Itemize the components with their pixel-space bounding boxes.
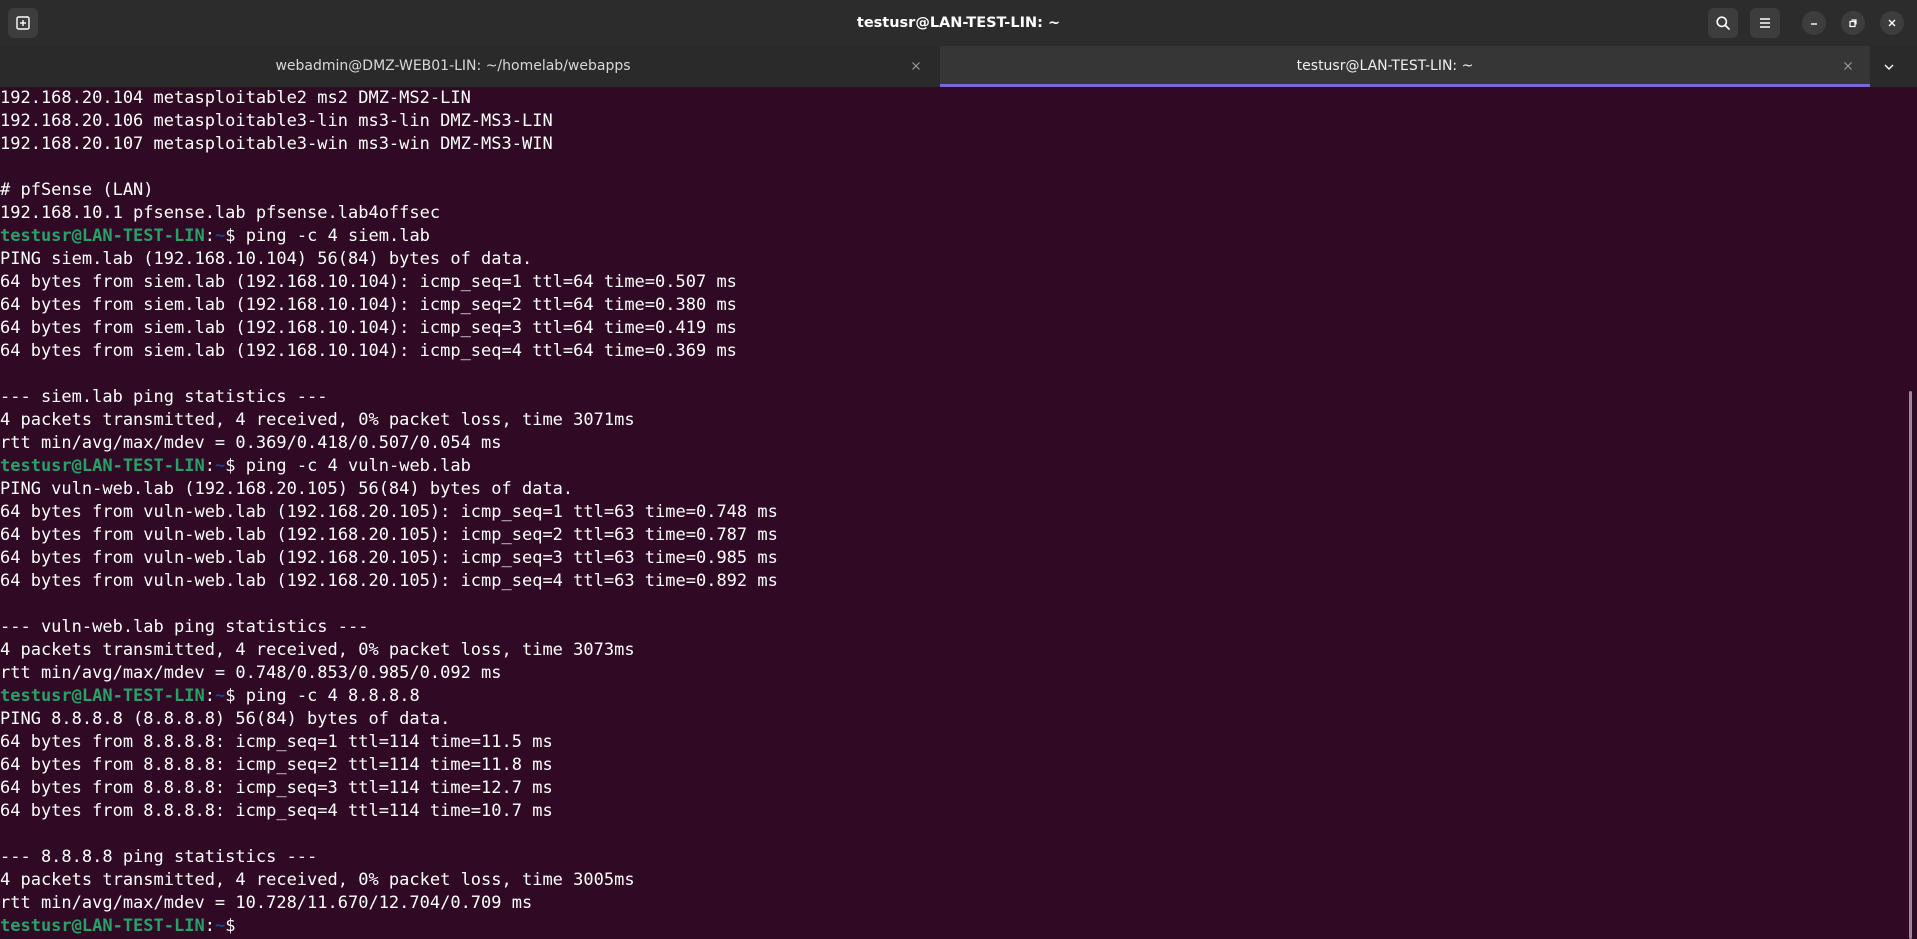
output-line: 64 bytes from 8.8.8.8: icmp_seq=1 ttl=11… bbox=[0, 732, 553, 752]
output-line: 4 packets transmitted, 4 received, 0% pa… bbox=[0, 870, 635, 890]
close-icon bbox=[1888, 19, 1896, 27]
output-line: 4 packets transmitted, 4 received, 0% pa… bbox=[0, 640, 635, 660]
output-line: 64 bytes from 8.8.8.8: icmp_seq=3 ttl=11… bbox=[0, 778, 553, 798]
prompt-line: testusr@LAN-TEST-LIN:~$ ping -c 4 siem.l… bbox=[0, 225, 1905, 248]
restore-icon bbox=[1849, 19, 1857, 28]
terminal-scrollbar[interactable] bbox=[1905, 87, 1917, 939]
output-line: PING 8.8.8.8 (8.8.8.8) 56(84) bytes of d… bbox=[0, 709, 451, 729]
tab-bar: webadmin@DMZ-WEB01-LIN: ~/homelab/webapp… bbox=[0, 46, 1917, 87]
prompt-symbol: $ bbox=[225, 456, 246, 476]
prompt-separator: : bbox=[204, 916, 215, 936]
command-text: ping -c 4 8.8.8.8 bbox=[245, 686, 420, 706]
prompt-path: ~ bbox=[214, 456, 226, 476]
output-line: rtt min/avg/max/mdev = 0.369/0.418/0.507… bbox=[0, 433, 502, 453]
terminal-window: testusr@LAN-TEST-LIN: ~ webadmin@DMZ-WEB… bbox=[0, 0, 1917, 939]
prompt-path: ~ bbox=[214, 686, 226, 706]
output-line: 4 packets transmitted, 4 received, 0% pa… bbox=[0, 410, 635, 430]
tab-webadmin[interactable]: webadmin@DMZ-WEB01-LIN: ~/homelab/webapp… bbox=[8, 46, 938, 87]
output-line: 192.168.20.106 metasploitable3-lin ms3-l… bbox=[0, 111, 553, 131]
scrollbar-thumb[interactable] bbox=[1909, 391, 1912, 939]
main-menu-button[interactable] bbox=[1750, 8, 1780, 38]
tab-close-button[interactable] bbox=[1840, 58, 1856, 74]
prompt-user-host: testusr@LAN-TEST-LIN bbox=[0, 456, 205, 476]
prompt-user-host: testusr@LAN-TEST-LIN bbox=[0, 686, 205, 706]
output-line: --- vuln-web.lab ping statistics --- bbox=[0, 617, 369, 637]
output-line: 64 bytes from vuln-web.lab (192.168.20.1… bbox=[0, 525, 778, 545]
prompt-line: testusr@LAN-TEST-LIN:~$ ping -c 4 vuln-w… bbox=[0, 455, 1905, 478]
output-line: rtt min/avg/max/mdev = 0.748/0.853/0.985… bbox=[0, 663, 502, 683]
output-line: 64 bytes from siem.lab (192.168.10.104):… bbox=[0, 341, 737, 361]
tab-overflow-button[interactable] bbox=[1880, 58, 1898, 76]
search-icon bbox=[1716, 16, 1730, 30]
output-line: 192.168.10.1 pfsense.lab pfsense.lab4off… bbox=[0, 203, 441, 223]
close-window-button[interactable] bbox=[1880, 11, 1904, 35]
close-icon bbox=[912, 62, 920, 70]
output-line: --- 8.8.8.8 ping statistics --- bbox=[0, 847, 318, 867]
output-line: 64 bytes from vuln-web.lab (192.168.20.1… bbox=[0, 548, 778, 568]
output-line: --- siem.lab ping statistics --- bbox=[0, 387, 328, 407]
window-title: testusr@LAN-TEST-LIN: ~ bbox=[856, 15, 1061, 31]
hamburger-menu-icon bbox=[1760, 18, 1770, 28]
search-button[interactable] bbox=[1708, 8, 1738, 38]
output-line: 64 bytes from siem.lab (192.168.10.104):… bbox=[0, 318, 737, 338]
prompt-symbol: $ bbox=[225, 226, 246, 246]
output-line: 64 bytes from vuln-web.lab (192.168.20.1… bbox=[0, 571, 778, 591]
output-line: # pfSense (LAN) bbox=[0, 180, 154, 200]
prompt-symbol: $ bbox=[225, 916, 246, 936]
output-line: rtt min/avg/max/mdev = 10.728/11.670/12.… bbox=[0, 893, 533, 913]
prompt-path: ~ bbox=[214, 916, 226, 936]
command-text: ping -c 4 vuln-web.lab bbox=[245, 456, 471, 476]
output-line: 192.168.20.107 metasploitable3-win ms3-w… bbox=[0, 134, 553, 154]
output-line: PING siem.lab (192.168.10.104) 56(84) by… bbox=[0, 249, 533, 269]
header-bar: testusr@LAN-TEST-LIN: ~ bbox=[0, 0, 1917, 46]
output-line: PING vuln-web.lab (192.168.20.105) 56(84… bbox=[0, 479, 574, 499]
tab-label: webadmin@DMZ-WEB01-LIN: ~/homelab/webapp… bbox=[275, 58, 631, 74]
prompt-path: ~ bbox=[214, 226, 226, 246]
close-icon bbox=[1844, 62, 1852, 70]
prompt-user-host: testusr@LAN-TEST-LIN bbox=[0, 226, 205, 246]
minimize-icon bbox=[1811, 23, 1817, 25]
prompt-symbol: $ bbox=[225, 686, 246, 706]
tab-close-button[interactable] bbox=[908, 58, 924, 74]
prompt-separator: : bbox=[204, 456, 215, 476]
command-text: ping -c 4 siem.lab bbox=[245, 226, 430, 246]
output-line: 64 bytes from siem.lab (192.168.10.104):… bbox=[0, 295, 737, 315]
output-line: 192.168.20.104 metasploitable2 ms2 DMZ-M… bbox=[0, 88, 471, 108]
restore-button[interactable] bbox=[1841, 11, 1865, 35]
output-line: 64 bytes from siem.lab (192.168.10.104):… bbox=[0, 272, 737, 292]
chevron-down-icon bbox=[1884, 64, 1894, 70]
prompt-separator: : bbox=[204, 686, 215, 706]
output-line: 64 bytes from 8.8.8.8: icmp_seq=4 ttl=11… bbox=[0, 801, 553, 821]
tab-testusr[interactable]: testusr@LAN-TEST-LIN: ~ bbox=[940, 46, 1870, 87]
prompt-separator: : bbox=[204, 226, 215, 246]
output-line: 64 bytes from 8.8.8.8: icmp_seq=2 ttl=11… bbox=[0, 755, 553, 775]
tab-label: testusr@LAN-TEST-LIN: ~ bbox=[1296, 58, 1474, 74]
prompt-user-host: testusr@LAN-TEST-LIN bbox=[0, 916, 205, 936]
minimize-button[interactable] bbox=[1802, 11, 1826, 35]
prompt-line: testusr@LAN-TEST-LIN:~$ bbox=[0, 915, 1905, 938]
output-line: 64 bytes from vuln-web.lab (192.168.20.1… bbox=[0, 502, 778, 522]
prompt-line: testusr@LAN-TEST-LIN:~$ ping -c 4 8.8.8.… bbox=[0, 685, 1905, 708]
terminal-output[interactable]: 192.168.20.104 metasploitable2 ms2 DMZ-M… bbox=[0, 87, 1905, 939]
